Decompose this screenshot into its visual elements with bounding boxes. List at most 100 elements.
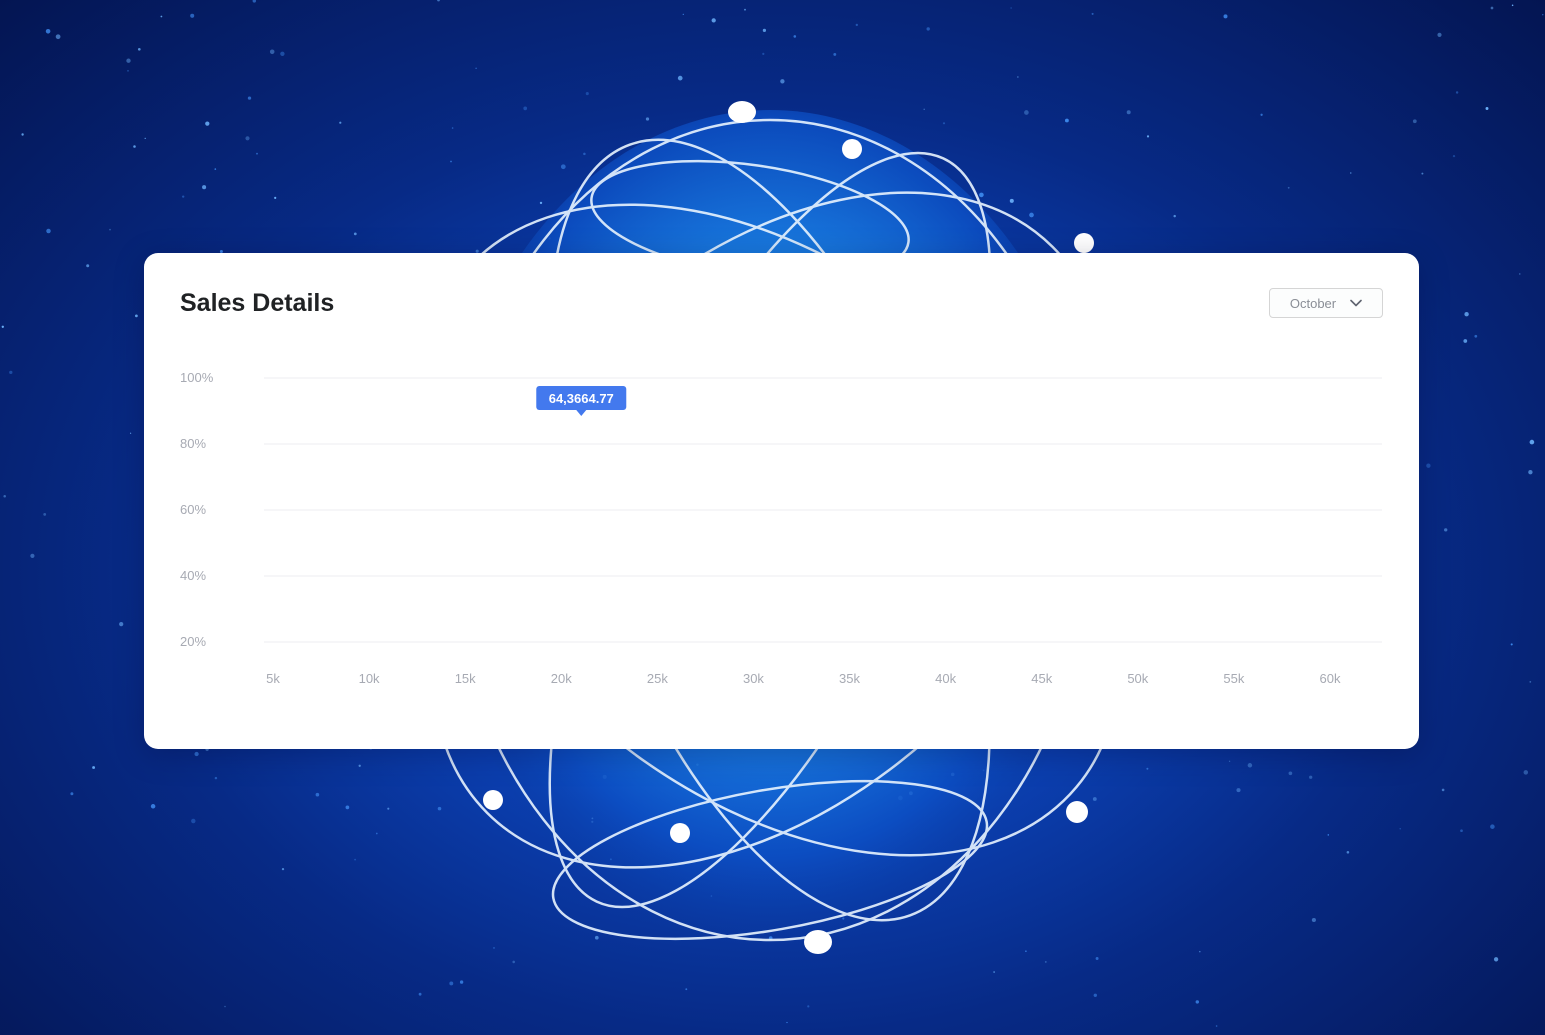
star-dot <box>135 314 138 318</box>
star-dot <box>245 136 250 141</box>
month-dropdown-value: October <box>1289 295 1337 311</box>
star-dot <box>92 766 96 769</box>
star-dot <box>137 47 141 51</box>
star-dot <box>744 8 746 11</box>
x-tick-label: 25k <box>647 671 668 686</box>
star-dot <box>315 792 320 797</box>
star-dot <box>1173 214 1176 218</box>
star-dot <box>190 13 195 18</box>
star-dot <box>1247 763 1253 768</box>
x-tick-label: 5k <box>266 671 280 686</box>
star-dot <box>1199 950 1201 953</box>
star-dot <box>1542 14 1544 16</box>
star-dot <box>682 13 684 16</box>
star-dot <box>1485 107 1489 110</box>
star-dot <box>1327 834 1330 836</box>
star-dot <box>281 867 285 871</box>
x-tick-label: 45k <box>1031 671 1052 686</box>
star-dot <box>30 553 35 559</box>
star-dot <box>1519 273 1521 275</box>
star-dot <box>926 27 930 31</box>
star-dot <box>150 804 156 809</box>
star-dot <box>1523 770 1529 775</box>
star-dot <box>685 988 688 991</box>
star-dot <box>1421 172 1424 175</box>
star-dot <box>1091 12 1094 15</box>
data-tooltip: 64,3664.77 <box>536 386 627 416</box>
star-dot <box>1215 1025 1218 1027</box>
y-tick-label: 100% <box>180 370 214 385</box>
star-dot <box>202 185 207 190</box>
star-dot <box>855 23 858 27</box>
star-dot <box>786 1021 788 1024</box>
background-scene: 20% 40% 60% 80% 100% 5k 10k 15k 20k 25k 30k 35k 40k 4… <box>0 0 1545 1035</box>
star-dot <box>1044 960 1047 963</box>
star-dot <box>1017 76 1019 78</box>
star-dot <box>129 432 132 434</box>
star-dot <box>1223 14 1228 19</box>
sales-details-card: 20% 40% 60% 80% 100% 5k 10k 15k 20k 25k 30k 35k 40k 4… <box>144 253 1419 749</box>
star-dot <box>353 232 357 236</box>
star-dot <box>358 764 361 767</box>
star-dot <box>1511 4 1514 7</box>
x-tick-label: 60k <box>1320 671 1341 686</box>
y-tick-label: 60% <box>180 502 206 517</box>
star-dot <box>1437 32 1442 38</box>
star-dot <box>459 980 464 984</box>
star-dot <box>205 121 210 126</box>
star-dot <box>1288 771 1293 776</box>
star-dot <box>252 0 257 3</box>
star-dot <box>3 495 6 498</box>
x-tick-label: 10k <box>359 671 380 686</box>
star-dot <box>9 370 13 375</box>
star-dot <box>1236 788 1241 793</box>
tooltip-value: 64,3664.77 <box>549 391 614 406</box>
star-dot <box>256 152 258 155</box>
star-dot <box>345 805 350 810</box>
star-dot <box>224 1005 226 1008</box>
star-dot <box>1346 851 1350 854</box>
star-dot <box>1399 828 1401 830</box>
star-dot <box>1093 993 1098 997</box>
star-dot <box>43 513 47 516</box>
star-dot <box>1474 334 1478 338</box>
star-dot <box>1493 957 1499 962</box>
month-dropdown[interactable]: October <box>1269 288 1383 318</box>
star-dot <box>1146 767 1149 770</box>
star-dot <box>1195 1000 1200 1004</box>
star-dot <box>126 58 131 63</box>
star-dot <box>191 818 196 824</box>
star-dot <box>86 264 90 268</box>
x-tick-label: 15k <box>455 671 476 686</box>
star-dot <box>1309 775 1313 779</box>
star-dot <box>1126 110 1131 115</box>
star-dot <box>375 832 378 835</box>
star-dot <box>1 325 4 328</box>
star-dot <box>354 858 356 861</box>
star-dot <box>585 92 589 96</box>
star-dot <box>1311 917 1316 923</box>
star-dot <box>1510 643 1513 646</box>
star-dot <box>1529 439 1535 445</box>
star-dot <box>1452 154 1456 158</box>
star-dot <box>1444 528 1448 532</box>
star-dot <box>1287 186 1290 189</box>
star-dot <box>70 792 74 796</box>
star-dot <box>144 137 146 140</box>
star-dot <box>119 621 124 627</box>
star-dot <box>21 133 24 136</box>
star-dot <box>274 196 277 199</box>
star-dot <box>1260 113 1263 116</box>
sales-chart: 20% 40% 60% 80% 100% 5k 10k 15k 20k 25k 30k 35k 40k 4… <box>180 370 1382 686</box>
star-dot <box>339 121 342 124</box>
star-dot <box>127 69 129 72</box>
y-tick-label: 20% <box>180 634 206 649</box>
tooltip-pointer <box>576 410 587 416</box>
star-dot <box>133 145 136 148</box>
star-dot <box>1010 7 1012 9</box>
star-dot <box>55 34 61 40</box>
star-dot <box>1490 6 1494 10</box>
star-dot <box>449 981 454 986</box>
star-dot <box>214 168 217 170</box>
star-dot <box>512 960 515 964</box>
